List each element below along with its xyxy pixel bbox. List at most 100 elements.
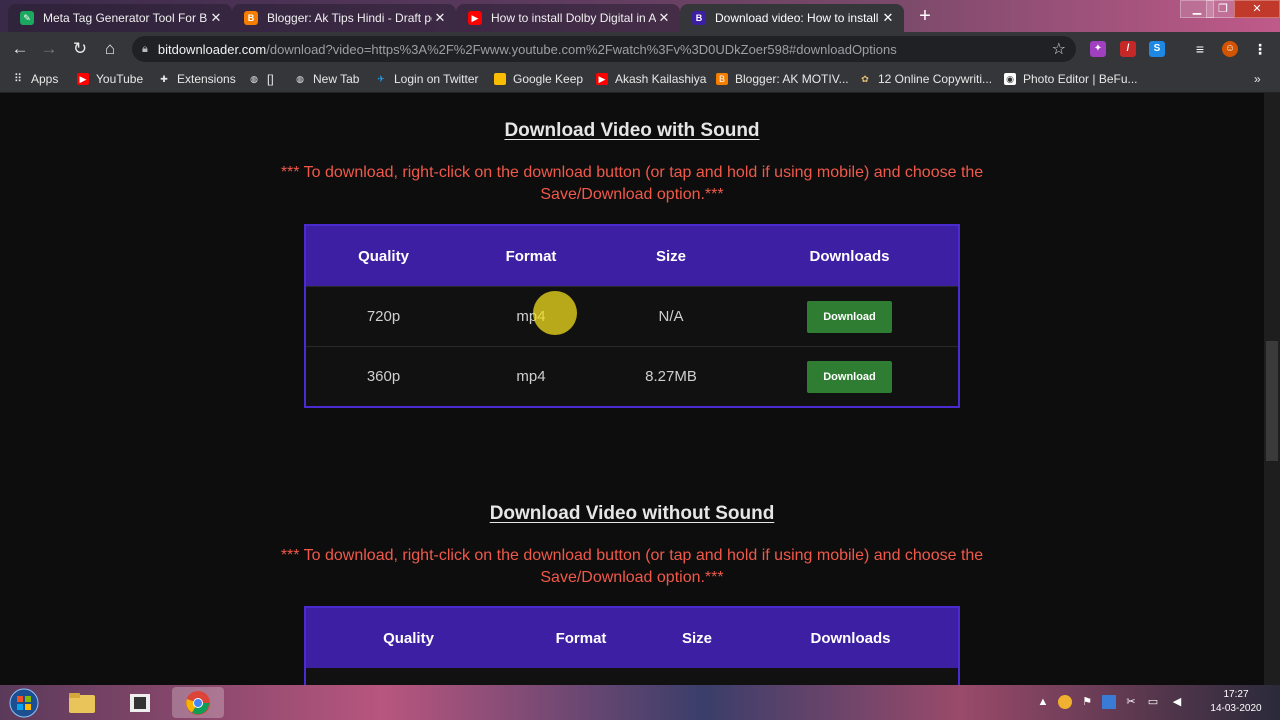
bookmark-google-keep[interactable]: Google Keep <box>494 71 583 87</box>
youtube-icon: ▶ <box>596 73 608 85</box>
tab-label: Download video: How to install D <box>715 11 880 25</box>
film-icon <box>130 693 150 712</box>
taskbar-file-explorer[interactable] <box>56 687 108 718</box>
column-header-downloads: Downloads <box>809 247 890 265</box>
taskbar-chrome[interactable] <box>172 687 224 718</box>
bookmark-label: Login on Twitter <box>394 72 479 86</box>
bookmark-blogger[interactable]: B Blogger: AK MOTIV... <box>716 71 849 87</box>
forward-icon[interactable]: → <box>38 38 60 60</box>
action-center-icon[interactable]: ⚑ <box>1080 695 1094 709</box>
globe-icon: ◍ <box>296 74 304 84</box>
tab-meta-tag-generator[interactable]: ✎ Meta Tag Generator Tool For Blo ✕ <box>8 4 232 32</box>
tray-app-icon[interactable] <box>1058 695 1072 709</box>
download-table-with-sound: Quality Format Size Downloads 720p mp4 N… <box>304 224 960 408</box>
bookmark-label: New Tab <box>313 72 360 86</box>
bookmark-label: Google Keep <box>513 72 584 86</box>
globe-icon: ◍ <box>250 74 258 84</box>
volume-icon[interactable]: ◀ <box>1170 695 1184 709</box>
extension-1-icon[interactable]: ✦ <box>1090 41 1106 57</box>
tray-expand-icon[interactable]: ▲ <box>1036 695 1050 709</box>
table-row: 360p mp4 8.27MB Download <box>306 346 958 406</box>
photo-icon: ◉ <box>1004 73 1016 85</box>
download-table-without-sound: Quality Format Size Downloads <box>304 606 960 685</box>
section-heading-without-sound: Download Video without Sound <box>489 503 775 524</box>
url-host: bitdownloader.com <box>157 41 267 57</box>
column-header-format: Format <box>555 629 607 647</box>
bookmark-label: Extensions <box>177 72 236 86</box>
meta-tag-favicon-icon: ✎ <box>20 11 34 25</box>
back-icon[interactable]: ← <box>9 38 31 60</box>
cell-format: mp4 <box>516 308 546 325</box>
start-button[interactable] <box>0 687 48 718</box>
bookmark-label: Apps <box>31 72 59 86</box>
table-header: Quality Format Size Downloads <box>306 608 958 668</box>
bookmarks-bar: ⠿ Apps ▶ YouTube ✚ Extensions ◍[] ◍ New Tab … <box>0 66 1280 93</box>
blogger-icon: B <box>716 73 728 85</box>
puzzle-icon: ✚ <box>160 74 168 84</box>
tab-label: Meta Tag Generator Tool For Blo <box>43 11 208 25</box>
scrollbar-thumb[interactable] <box>1266 341 1278 461</box>
youtube-favicon-icon: ▶ <box>468 11 482 25</box>
bookmark-apps[interactable]: ⠿ Apps <box>12 71 58 87</box>
bookmark-brackets[interactable]: ◍ [] <box>248 71 274 87</box>
tab-close-icon[interactable]: ✕ <box>208 10 224 26</box>
bookmark-label: 12 Online Copywriti... <box>878 72 993 86</box>
clock-date: 14-03-2020 <box>1210 703 1262 714</box>
tab-close-icon[interactable]: ✕ <box>656 10 672 26</box>
taskbar-video-editor[interactable] <box>114 687 166 718</box>
bookmark-new-tab[interactable]: ◍ New Tab <box>294 71 359 87</box>
section-heading-with-sound: Download Video with Sound <box>504 120 760 141</box>
address-bar[interactable]: 🔒︎ bitdownloader.com/download?video=http… <box>132 36 1076 62</box>
close-window-button[interactable]: ✕ <box>1234 0 1280 18</box>
home-icon[interactable]: ⌂ <box>99 38 121 60</box>
bookmark-copywriting[interactable]: ✿ 12 Online Copywriti... <box>859 71 992 87</box>
tab-download-video[interactable]: B Download video: How to install D ✕ <box>680 4 904 32</box>
bookmark-extensions[interactable]: ✚ Extensions <box>158 71 236 87</box>
bookmark-akash[interactable]: ▶ Akash Kailashiya <box>596 71 706 87</box>
youtube-icon: ▶ <box>77 73 89 85</box>
table-row: 720p mp4 N/A Download <box>306 286 958 346</box>
bookmark-youtube[interactable]: ▶ YouTube <box>77 71 143 87</box>
tab-youtube-dolby[interactable]: ▶ How to install Dolby Digital in Ar ✕ <box>456 4 680 32</box>
reading-list-icon[interactable]: ≡ <box>1192 41 1208 57</box>
chrome-icon <box>186 690 210 715</box>
taskbar-clock[interactable]: 17:27 14-03-2020 <box>1196 688 1276 716</box>
download-button-720p[interactable]: Download <box>807 300 892 333</box>
bitdownloader-favicon-icon: B <box>692 11 706 25</box>
tray-tools-icon[interactable]: ✂ <box>1124 695 1138 709</box>
cursor-highlight <box>533 291 577 335</box>
extension-2-icon[interactable]: / <box>1120 41 1136 57</box>
tab-strip: ✎ Meta Tag Generator Tool For Blo ✕ B Bl… <box>0 0 1280 32</box>
cell-format: mp4 <box>516 368 546 385</box>
bookmark-twitter[interactable]: ✈ Login on Twitter <box>375 71 479 87</box>
bookmark-label: YouTube <box>96 72 144 86</box>
extension-3-icon[interactable]: S <box>1149 41 1165 57</box>
tab-label: Blogger: Ak Tips Hindi - Draft po <box>267 11 432 25</box>
new-tab-button[interactable]: + <box>914 6 936 28</box>
cell-quality: 720p <box>366 308 401 325</box>
bookmark-photo-editor[interactable]: ◉ Photo Editor | BeFu... <box>1004 71 1138 87</box>
cell-download: Download <box>741 300 958 333</box>
bookmark-star-icon[interactable]: ☆ <box>1052 39 1066 59</box>
tray-network-icon[interactable] <box>1102 695 1116 709</box>
column-header-quality: Quality <box>383 629 434 647</box>
column-header-downloads: Downloads <box>810 629 891 647</box>
reload-icon[interactable]: ↻ <box>69 38 91 60</box>
column-header-format: Format <box>505 247 557 265</box>
blogger-favicon-icon: B <box>244 11 258 25</box>
column-header-size: Size <box>681 629 712 647</box>
bookmark-label: Akash Kailashiya <box>615 72 707 86</box>
lock-icon: 🔒︎ <box>142 42 148 55</box>
bookmarks-overflow-button[interactable]: » <box>1254 71 1261 87</box>
page-scrollbar[interactable] <box>1264 93 1280 685</box>
display-icon[interactable]: ▭ <box>1146 695 1160 709</box>
menu-icon[interactable]: ⋮ <box>1252 41 1268 57</box>
profile-avatar[interactable]: ☺ <box>1222 41 1238 57</box>
bookmark-icon: ✿ <box>861 74 869 84</box>
tab-blogger-draft[interactable]: B Blogger: Ak Tips Hindi - Draft po ✕ <box>232 4 456 32</box>
download-button-360p[interactable]: Download <box>807 360 892 393</box>
keep-icon <box>494 73 506 85</box>
tab-close-icon[interactable]: ✕ <box>432 10 448 26</box>
tab-close-icon[interactable]: ✕ <box>880 10 896 26</box>
bookmark-label: Blogger: AK MOTIV... <box>735 72 849 86</box>
